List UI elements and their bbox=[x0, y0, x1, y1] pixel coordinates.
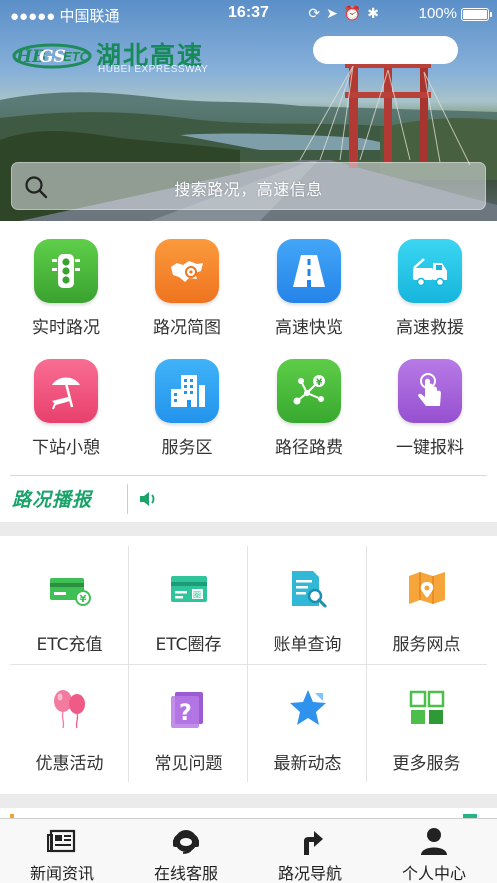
quick-action-label: 高速快览 bbox=[275, 318, 343, 338]
service-label: 更多服务 bbox=[392, 754, 461, 774]
brand-name-en: HUBEI EXPRESSWAY bbox=[98, 64, 209, 75]
status-bar: ●●●●● 中国联通 16:37 ⟳➤⏰✱ 100% bbox=[0, 0, 497, 28]
divider bbox=[127, 484, 128, 514]
service-label: 常见问题 bbox=[154, 754, 223, 774]
etc-services-panel: ¥ ETC充值 圈 ETC圈存 账单查询 服务网点 优惠活动 ? 常见问题 最新… bbox=[0, 536, 497, 794]
beach-umbrella-icon bbox=[34, 359, 98, 423]
tab-customer-service[interactable]: 在线客服 bbox=[124, 819, 248, 883]
turn-arrow-icon bbox=[304, 831, 323, 855]
tab-label: 路况导航 bbox=[277, 864, 342, 883]
service-latest-news[interactable]: 最新动态 bbox=[248, 665, 367, 783]
service-etc-recharge[interactable]: ¥ ETC充值 bbox=[10, 546, 129, 664]
map-pin-icon bbox=[409, 572, 445, 604]
newspaper-icon bbox=[47, 829, 76, 853]
quick-action-label: 路况简图 bbox=[153, 318, 221, 338]
quick-action-service-area[interactable]: 服务区 bbox=[127, 341, 247, 461]
quick-action-label: 高速救援 bbox=[396, 318, 464, 338]
app-home-screen: ●●●●● 中国联通 16:37 ⟳➤⏰✱ 100% HB GS ETC 湖北高… bbox=[0, 0, 497, 883]
battery-icon bbox=[461, 8, 492, 21]
svg-text:¥: ¥ bbox=[80, 594, 87, 605]
quick-action-label: 一键报料 bbox=[396, 438, 464, 458]
quick-action-rest-stop[interactable]: 下站小憩 bbox=[6, 341, 126, 461]
svg-text:¥: ¥ bbox=[316, 378, 323, 388]
search-placeholder: 搜索路况，高速信息 bbox=[174, 180, 323, 199]
quick-action-traffic-map[interactable]: 路况简图 bbox=[127, 221, 247, 341]
svg-text:圈: 圈 bbox=[193, 591, 201, 600]
bluetooth-icon: ✱ bbox=[367, 5, 385, 21]
service-label: ETC圈存 bbox=[155, 635, 222, 655]
service-bill-query[interactable]: 账单查询 bbox=[248, 546, 367, 664]
tab-label: 个人中心 bbox=[401, 864, 466, 883]
tab-profile[interactable]: 个人中心 bbox=[372, 819, 496, 883]
service-outlets[interactable]: 服务网点 bbox=[367, 546, 486, 664]
hubei-expressway-logo: HB GS ETC 湖北高速 HUBEI EXPRESSWAY bbox=[12, 34, 212, 78]
traffic-broadcast-title[interactable]: 路况播报 bbox=[12, 485, 92, 512]
etc-card-circle-icon: 圈 bbox=[171, 576, 207, 602]
route-fee-icon: ¥ bbox=[277, 359, 341, 423]
grid-more-icon bbox=[409, 690, 445, 724]
bottom-tab-bar: 新闻资讯 在线客服 路况导航 个人中心 bbox=[0, 818, 497, 883]
service-label: 最新动态 bbox=[273, 754, 342, 774]
service-label: ETC充值 bbox=[36, 635, 103, 655]
tow-truck-icon bbox=[398, 239, 462, 303]
service-label: 服务网点 bbox=[392, 635, 461, 655]
quick-action-label: 实时路况 bbox=[32, 318, 100, 338]
quick-action-report[interactable]: 一键报料 bbox=[370, 341, 490, 461]
quick-action-label: 下站小憩 bbox=[32, 438, 100, 458]
balloons-icon bbox=[54, 690, 85, 729]
tab-news[interactable]: 新闻资讯 bbox=[0, 819, 124, 883]
traffic-light-icon bbox=[34, 239, 98, 303]
person-icon bbox=[421, 828, 447, 855]
quick-action-expressway-overview[interactable]: 高速快览 bbox=[249, 221, 369, 341]
question-book-icon: ? bbox=[171, 692, 203, 728]
tab-navigation[interactable]: 路况导航 bbox=[248, 819, 372, 883]
quick-action-label: 服务区 bbox=[161, 438, 213, 458]
tap-hand-icon bbox=[398, 359, 462, 423]
hbgs-etc-logo-mark: HB GS ETC bbox=[12, 43, 92, 69]
speaker-icon[interactable] bbox=[138, 489, 160, 509]
bill-search-icon bbox=[292, 571, 327, 608]
battery-percent: 100% bbox=[418, 5, 457, 22]
alarm-icon: ⏰ bbox=[343, 5, 368, 21]
search-bar[interactable]: 搜索路况，高速信息 bbox=[11, 162, 486, 210]
tab-label: 新闻资讯 bbox=[29, 864, 94, 883]
divider bbox=[10, 475, 487, 476]
service-more[interactable]: 更多服务 bbox=[367, 665, 486, 783]
service-faq[interactable]: ? 常见问题 bbox=[129, 665, 248, 783]
svg-text:?: ? bbox=[179, 701, 192, 726]
hero-banner: ●●●●● 中国联通 16:37 ⟳➤⏰✱ 100% HB GS ETC 湖北高… bbox=[0, 0, 497, 221]
quick-action-realtime-traffic[interactable]: 实时路况 bbox=[6, 221, 126, 341]
quick-action-label: 路径路费 bbox=[275, 438, 343, 458]
service-label: 账单查询 bbox=[273, 635, 342, 655]
quick-action-route-fee[interactable]: ¥ 路径路费 bbox=[249, 341, 369, 461]
headset-icon bbox=[173, 830, 199, 854]
province-map-icon bbox=[155, 239, 219, 303]
service-etc-load[interactable]: 圈 ETC圈存 bbox=[129, 546, 248, 664]
quick-actions-panel: 实时路况 路况简图 高速快览 高速救援 下站小憩 服务区 ¥ 路径路费 一键报料… bbox=[0, 221, 497, 522]
star-icon bbox=[290, 690, 326, 725]
service-promotions[interactable]: 优惠活动 bbox=[10, 665, 129, 783]
status-icons: ⟳➤⏰✱ bbox=[308, 5, 385, 22]
orientation-lock-icon: ⟳ bbox=[308, 5, 327, 21]
quick-action-rescue[interactable]: 高速救援 bbox=[370, 221, 490, 341]
location-icon: ➤ bbox=[326, 5, 344, 21]
svg-text:GS: GS bbox=[39, 47, 66, 67]
svg-text:ETC: ETC bbox=[63, 49, 90, 64]
road-icon bbox=[277, 239, 341, 303]
header-action-pill[interactable] bbox=[313, 36, 458, 64]
building-icon bbox=[155, 359, 219, 423]
tab-label: 在线客服 bbox=[153, 864, 218, 883]
etc-card-yen-icon: ¥ bbox=[50, 578, 91, 606]
service-label: 优惠活动 bbox=[35, 754, 104, 774]
